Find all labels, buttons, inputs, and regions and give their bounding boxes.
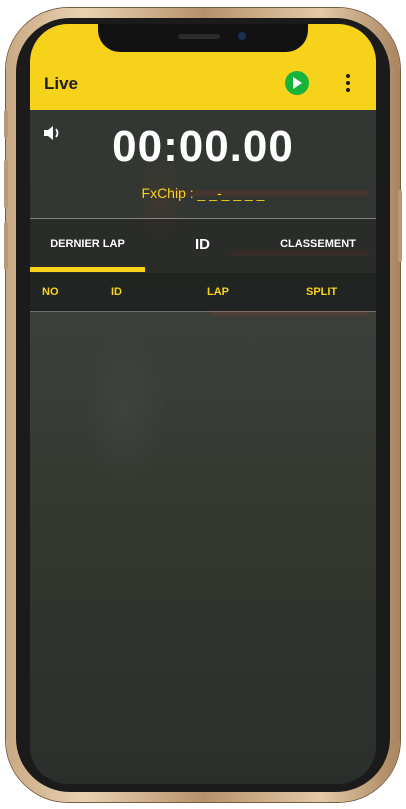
volume-down-button [4,222,8,270]
more-vertical-icon[interactable] [342,72,354,94]
fxchip-label: FxChip : _ _-_ _ _ _ [141,185,265,201]
earpiece [178,34,220,39]
timer-display: 00:00.00 [112,122,294,171]
tab-id[interactable]: ID [145,219,260,269]
tab-classement[interactable]: CLASSEMENT [260,219,376,269]
divider [30,311,376,312]
column-header-id[interactable]: ID [111,273,122,311]
play-button[interactable] [285,71,309,95]
page-title: Live [44,74,79,93]
column-header-lap[interactable]: LAP [207,273,229,311]
tab-dernier-lap[interactable]: DERNIER LAP [30,219,145,269]
volume-up-button [4,160,8,208]
play-icon [293,77,302,89]
phone-notch [98,24,308,52]
column-header-split[interactable]: SPLIT [306,273,337,311]
silent-switch [4,110,8,138]
active-tab-indicator [30,267,145,272]
table-header: NO ID LAP SPLIT [30,273,376,311]
timer-panel: 00:00.00 FxChip : _ _-_ _ _ _ [30,110,376,218]
front-camera [238,32,246,40]
power-button [398,190,402,262]
tab-bar: DERNIER LAP ID CLASSEMENT [30,219,376,273]
column-header-no[interactable]: NO [42,273,59,311]
app-screen: Live 00:00.00 FxChip : _ _-_ _ _ _ DERNI… [30,24,376,784]
